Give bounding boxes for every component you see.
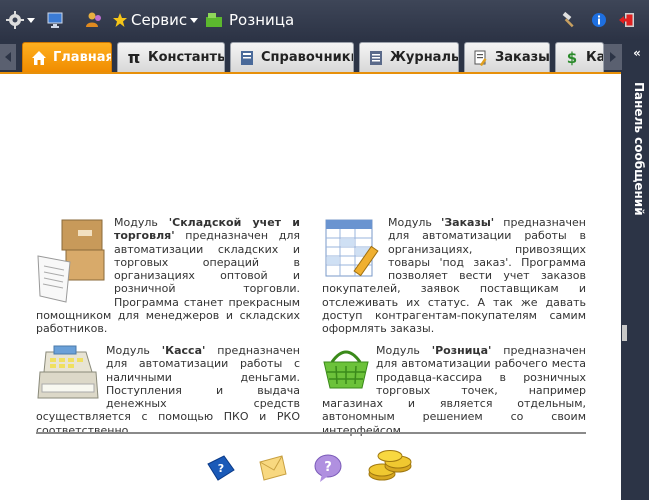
users-icon bbox=[86, 12, 101, 27]
module-prefix: Модуль bbox=[114, 216, 169, 229]
settings-menu-button[interactable] bbox=[6, 9, 35, 31]
svg-text:?: ? bbox=[218, 462, 224, 475]
coins-icon bbox=[368, 450, 412, 481]
tab-constants[interactable]: π Константы bbox=[117, 42, 225, 72]
coins-button[interactable] bbox=[366, 448, 416, 488]
home-page: Модуль 'Складской учет и торговля' предн… bbox=[0, 72, 621, 500]
panel-resize-handle[interactable] bbox=[622, 325, 627, 341]
service-menu[interactable]: Сервис bbox=[112, 9, 199, 31]
retail-module-button[interactable]: Розница bbox=[204, 9, 294, 31]
tab-label: Константы bbox=[148, 50, 225, 65]
info-button[interactable] bbox=[591, 9, 607, 31]
question-bubble-icon: ? bbox=[314, 454, 342, 482]
tabs-scroll-left-button[interactable] bbox=[0, 44, 16, 70]
tab-label: Кас bbox=[586, 50, 603, 65]
arrow-left-icon bbox=[5, 52, 11, 62]
chevron-down-icon bbox=[190, 17, 199, 23]
hammer-icon bbox=[562, 11, 574, 28]
module-cash: Модуль 'Касса' предназначен для автомати… bbox=[36, 344, 300, 437]
mail-button[interactable] bbox=[256, 452, 288, 488]
users-button[interactable] bbox=[84, 9, 104, 31]
info-icon bbox=[592, 13, 606, 27]
book-icon bbox=[239, 50, 255, 66]
module-retail: Модуль 'Розница' предназначен для автома… bbox=[322, 344, 586, 437]
cash-register-icon bbox=[37, 345, 99, 399]
module-name: 'Касса' bbox=[161, 344, 206, 357]
journal-icon bbox=[368, 50, 384, 66]
retail-module-label: Розница bbox=[229, 11, 295, 29]
double-chevron-icon: « bbox=[633, 46, 641, 60]
module-prefix: Модуль bbox=[376, 344, 432, 357]
messages-panel-title: Панель сообщений bbox=[632, 82, 646, 216]
warehouse-boxes-icon bbox=[37, 219, 105, 303]
module-prefix: Модуль bbox=[106, 344, 162, 357]
tab-label: Главная bbox=[53, 50, 112, 65]
module-warehouse: Модуль 'Складской учет и торговля' предн… bbox=[36, 216, 300, 336]
tabs-scroll-right-button[interactable] bbox=[604, 44, 622, 70]
content-divider bbox=[36, 432, 586, 434]
tab-journals[interactable]: Журналы bbox=[359, 42, 459, 72]
service-menu-label: Сервис bbox=[131, 11, 188, 29]
help-book-icon: ? bbox=[207, 455, 235, 481]
tab-orders[interactable]: Заказы bbox=[464, 42, 550, 72]
tab-label: Заказы bbox=[495, 50, 550, 65]
tab-label: Журналы bbox=[390, 50, 459, 65]
tab-home[interactable]: Главная bbox=[22, 42, 112, 72]
shopping-basket-icon bbox=[323, 350, 369, 389]
svg-text:?: ? bbox=[324, 460, 332, 475]
basket-icon bbox=[206, 13, 222, 27]
module-name: 'Розница' bbox=[431, 344, 492, 357]
collapse-panel-button[interactable]: « bbox=[630, 46, 644, 60]
tools-button[interactable] bbox=[560, 9, 578, 31]
monitor-button[interactable] bbox=[46, 9, 64, 31]
arrow-right-icon bbox=[610, 52, 616, 62]
help-book-button[interactable]: ? bbox=[204, 452, 236, 488]
orders-icon bbox=[473, 50, 489, 66]
gear-icon bbox=[6, 11, 24, 29]
home-icon bbox=[31, 50, 47, 66]
tab-references[interactable]: Справочники bbox=[230, 42, 354, 72]
star-icon bbox=[113, 13, 127, 27]
support-button[interactable]: ? bbox=[312, 452, 344, 488]
module-orders: Модуль 'Заказы' предназначен для автомат… bbox=[322, 216, 586, 336]
tab-cash[interactable]: $ Кас bbox=[555, 42, 604, 72]
chevron-down-icon bbox=[27, 17, 35, 23]
module-prefix: Модуль bbox=[388, 216, 441, 229]
pi-icon: π bbox=[127, 48, 141, 67]
exit-icon bbox=[619, 13, 634, 27]
spreadsheet-pencil-icon bbox=[325, 219, 379, 277]
exit-button[interactable] bbox=[618, 9, 636, 31]
module-name: 'Заказы' bbox=[440, 216, 495, 229]
monitor-icon bbox=[47, 12, 63, 28]
tab-label: Справочники bbox=[261, 50, 354, 65]
dollar-icon: $ bbox=[566, 48, 578, 67]
top-toolbar: Сервис Розница bbox=[0, 0, 649, 40]
mail-icon bbox=[259, 455, 287, 481]
